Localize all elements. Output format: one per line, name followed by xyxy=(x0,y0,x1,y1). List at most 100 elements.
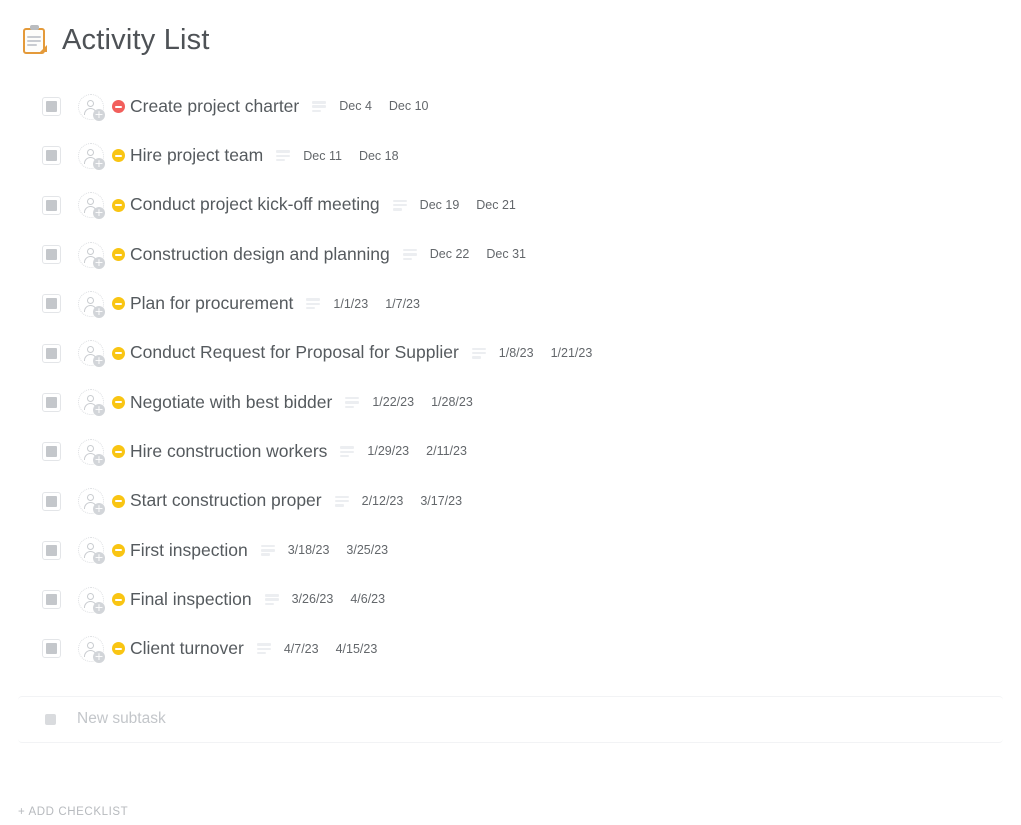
task-end-date[interactable]: 1/28/23 xyxy=(431,396,473,409)
task-checkbox[interactable] xyxy=(42,639,61,659)
description-lines-icon[interactable] xyxy=(256,643,271,655)
task-start-date[interactable]: 2/12/23 xyxy=(362,495,404,508)
description-lines-icon[interactable] xyxy=(334,495,349,507)
priority-yellow-icon[interactable] xyxy=(112,642,125,656)
add-assignee-icon[interactable]: + xyxy=(78,488,105,516)
task-checkbox[interactable] xyxy=(42,97,61,117)
add-assignee-icon[interactable]: + xyxy=(78,241,105,269)
priority-yellow-icon[interactable] xyxy=(112,248,125,262)
task-checkbox[interactable] xyxy=(42,146,61,166)
task-start-date[interactable]: 3/26/23 xyxy=(292,593,334,606)
task-end-date[interactable]: 1/7/23 xyxy=(385,298,420,311)
add-assignee-icon[interactable]: + xyxy=(78,340,105,368)
task-end-date[interactable]: 2/11/23 xyxy=(426,445,467,458)
description-lines-icon[interactable] xyxy=(392,199,407,211)
task-checkbox[interactable] xyxy=(42,590,61,610)
description-lines-icon[interactable] xyxy=(264,594,279,606)
task-name[interactable]: Conduct project kick-off meeting xyxy=(130,196,380,214)
task-name[interactable]: Plan for procurement xyxy=(130,295,293,313)
task-checkbox[interactable] xyxy=(42,491,61,511)
priority-yellow-icon[interactable] xyxy=(112,445,125,459)
task-row[interactable]: + Construction design and planning Dec 22 D… xyxy=(0,230,1021,279)
description-lines-icon[interactable] xyxy=(276,150,291,162)
priority-yellow-icon[interactable] xyxy=(112,346,125,360)
task-start-date[interactable]: 1/1/23 xyxy=(333,298,368,311)
description-lines-icon[interactable] xyxy=(306,298,321,310)
task-row[interactable]: + Start construction proper 2/12/23 3/17/23 xyxy=(0,476,1021,525)
task-checkbox[interactable] xyxy=(42,245,61,265)
description-lines-icon[interactable] xyxy=(471,347,486,359)
task-start-date[interactable]: 1/8/23 xyxy=(499,347,534,360)
task-name[interactable]: Construction design and planning xyxy=(130,245,390,264)
task-name[interactable]: Create project charter xyxy=(130,97,299,116)
task-start-date[interactable]: Dec 4 xyxy=(339,100,372,113)
add-assignee-icon[interactable]: + xyxy=(78,438,105,466)
priority-yellow-icon[interactable] xyxy=(112,297,125,311)
task-row[interactable]: + Client turnover 4/7/23 4/15/23 xyxy=(0,624,1021,673)
task-row[interactable]: + First inspection 3/18/23 3/25/23 xyxy=(0,526,1021,575)
task-end-date[interactable]: 1/21/23 xyxy=(551,347,593,360)
new-subtask-input[interactable]: New subtask xyxy=(77,711,166,727)
priority-yellow-icon[interactable] xyxy=(112,543,125,557)
task-start-date[interactable]: 1/29/23 xyxy=(367,445,409,458)
add-assignee-icon[interactable]: + xyxy=(78,537,105,565)
priority-yellow-icon[interactable] xyxy=(112,593,125,607)
description-lines-icon[interactable] xyxy=(312,101,327,113)
add-assignee-icon[interactable]: + xyxy=(78,93,105,121)
task-name[interactable]: First inspection xyxy=(130,541,248,560)
task-start-date[interactable]: Dec 22 xyxy=(430,248,470,261)
task-start-date[interactable]: Dec 19 xyxy=(420,199,460,212)
priority-yellow-icon[interactable] xyxy=(112,149,125,163)
task-end-date[interactable]: Dec 21 xyxy=(476,199,516,212)
task-end-date[interactable]: Dec 31 xyxy=(486,248,526,261)
task-checkbox[interactable] xyxy=(42,392,61,412)
priority-yellow-icon[interactable] xyxy=(112,198,125,212)
task-name[interactable]: Client turnover xyxy=(130,640,244,658)
priority-yellow-icon[interactable] xyxy=(112,395,125,409)
task-row[interactable]: + Create project charter Dec 4 Dec 10 xyxy=(0,82,1021,131)
task-row[interactable]: + Plan for procurement 1/1/23 1/7/23 xyxy=(0,279,1021,328)
task-end-date[interactable]: 4/6/23 xyxy=(350,593,385,606)
description-lines-icon[interactable] xyxy=(402,249,417,261)
task-name[interactable]: Hire construction workers xyxy=(130,442,327,461)
task-row[interactable]: + Hire construction workers 1/29/23 2/11/23 xyxy=(0,427,1021,476)
add-assignee-icon[interactable]: + xyxy=(78,586,105,614)
task-start-date[interactable]: 1/22/23 xyxy=(372,396,414,409)
task-checkbox[interactable] xyxy=(42,442,61,462)
task-row[interactable]: + Conduct project kick-off meeting Dec 19 D… xyxy=(0,181,1021,230)
description-lines-icon[interactable] xyxy=(340,446,355,458)
add-assignee-icon[interactable]: + xyxy=(78,635,105,663)
add-checklist-button[interactable]: + Add Checklist xyxy=(18,806,128,818)
task-end-date[interactable]: 3/25/23 xyxy=(346,544,388,557)
task-end-date[interactable]: Dec 18 xyxy=(359,150,399,163)
task-checkbox[interactable] xyxy=(42,294,61,314)
task-checkbox[interactable] xyxy=(42,195,61,215)
add-assignee-icon[interactable]: + xyxy=(78,290,105,318)
task-end-date[interactable]: 4/15/23 xyxy=(336,643,378,656)
task-row[interactable]: + Hire project team Dec 11 Dec 18 xyxy=(0,131,1021,180)
description-lines-icon[interactable] xyxy=(260,544,275,556)
task-start-date[interactable]: 3/18/23 xyxy=(288,544,330,557)
task-name[interactable]: Final inspection xyxy=(130,590,252,609)
priority-red-icon[interactable] xyxy=(112,100,125,114)
task-row[interactable]: + Final inspection 3/26/23 4/6/23 xyxy=(0,575,1021,624)
task-checkbox[interactable] xyxy=(42,540,61,560)
task-checkbox[interactable] xyxy=(42,343,61,363)
task-name[interactable]: Negotiate with best bidder xyxy=(130,393,332,412)
task-name[interactable]: Start construction proper xyxy=(130,492,322,510)
task-start-date[interactable]: 4/7/23 xyxy=(284,643,319,656)
task-end-date[interactable]: Dec 10 xyxy=(389,100,429,113)
add-assignee-icon[interactable]: + xyxy=(78,142,105,170)
priority-yellow-icon[interactable] xyxy=(112,494,125,508)
task-end-date[interactable]: 3/17/23 xyxy=(420,495,462,508)
description-lines-icon[interactable] xyxy=(345,396,360,408)
new-subtask-row[interactable]: New subtask xyxy=(18,695,1003,743)
subtask-checkbox-icon[interactable] xyxy=(45,713,56,725)
task-row[interactable]: + Negotiate with best bidder 1/22/23 1/28/2… xyxy=(0,378,1021,427)
task-name[interactable]: Hire project team xyxy=(130,147,263,165)
task-start-date[interactable]: Dec 11 xyxy=(303,150,342,163)
add-assignee-icon[interactable]: + xyxy=(78,192,105,220)
task-name[interactable]: Conduct Request for Proposal for Supplie… xyxy=(130,344,459,362)
task-row[interactable]: + Conduct Request for Proposal for Suppli… xyxy=(0,328,1021,377)
add-assignee-icon[interactable]: + xyxy=(78,389,105,417)
